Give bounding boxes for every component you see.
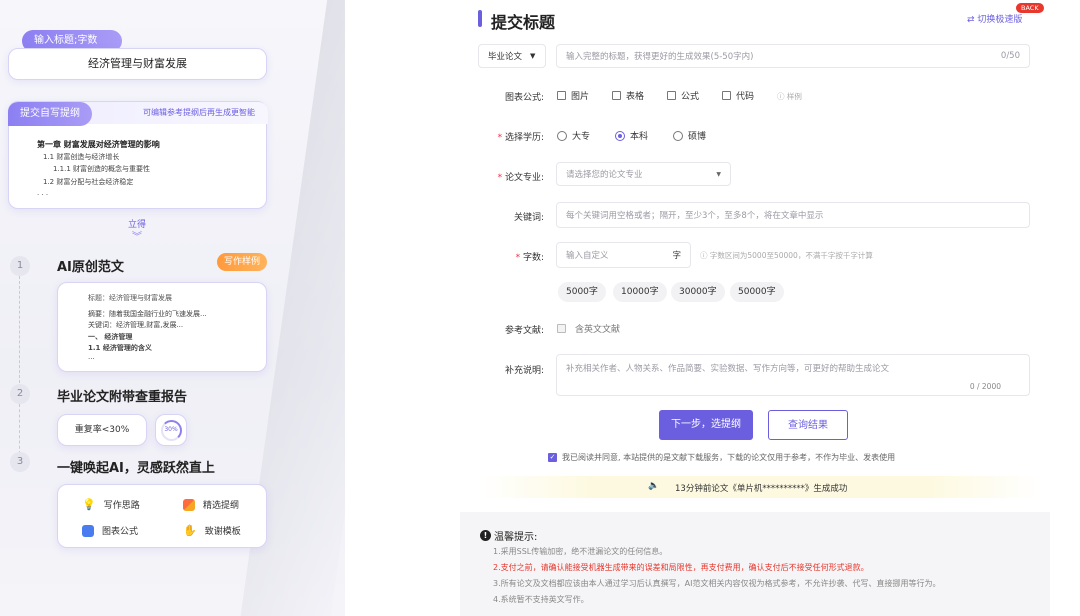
extra-textarea[interactable]: 补充相关作者、人物关系、作品简要、实验数据、写作方向等，可更好的帮助生成论文 0 … [556,354,1030,396]
paper-type-select[interactable]: 毕业论文 ▼ [478,44,546,68]
bulb-icon: 💡 [82,498,96,511]
page-title: 提交标题 [491,13,556,32]
similarity-rate: 重复率<30% [57,414,147,446]
sample-subsection: 1.1 经济管理的含义 [88,344,152,352]
features-card [57,484,267,548]
input-title-card: 经济管理与财富发展 [8,48,267,80]
feature-item: 图表公式 [82,524,138,537]
outline-line: 1.2 财富分配与社会经济稳定 [43,178,134,186]
switch-icon: ⇄ [967,15,978,25]
title-input[interactable]: 输入完整的标题，获得更好的生成效果(5-50字内) 0/50 [556,44,1030,68]
feature-item: ✋ 致谢模板 [183,524,241,537]
words-unit: 字 [672,251,681,261]
left-promo-panel: 输入标题;字数 经济管理与财富发展 提交自写提纲 可编辑参考提纲后再生成更智能 … [0,0,345,616]
submit-form: 提交标题 BACK ⇄ 切换极速版 毕业论文 ▼ 输入完整的标题，获得更好的生成效… [345,0,1080,616]
ref-label: 参考文献: [504,326,544,336]
chart-opt-formula[interactable]: 公式 [667,89,699,102]
sample-badge[interactable]: 写作样例 [217,253,268,271]
edu-label: * 选择学历: [497,133,544,143]
notice-line: 4.系统暂不支持英文写作。 [493,595,589,604]
chart-opt-code[interactable]: 代码 [722,89,754,102]
chart-label: 图表公式: [504,93,544,103]
caret-down-icon: ▼ [716,170,721,178]
next-step-button[interactable]: 下一步，选提纲 [659,410,753,440]
notice-line: 3.所有论文及文档都应该由本人通过学习后认真撰写，AI范文相关内容仅视为格式参考… [493,579,941,588]
chart-opt-table[interactable]: 表格 [612,89,644,102]
extra-count: 0 / 2000 [969,382,1001,391]
sample-title: 标题：经济管理与财富发展 [88,294,172,302]
outline-chapter: 第一章 财富发展对经济管理的影响 [37,140,160,149]
word-chip[interactable]: 5000字 [558,282,606,302]
notice-line-warning: 2.支付之前，请确认能接受机器生成带来的误差和局限性，再支付费用，确认支付后不接… [493,563,869,572]
caret-down-icon: ▼ [530,52,536,60]
title-count: 0/50 [1000,51,1020,61]
feature-item: 💡 写作思路 [82,498,140,511]
similarity-ring: 30% [155,414,187,446]
outline-more: . . . [37,189,49,197]
ring-label: 30% [164,426,178,433]
chevron-down-icon[interactable]: ︾ [132,228,142,243]
edu-opt-bachelor[interactable]: 本科 [615,129,648,142]
ref-english-checkbox[interactable]: 含英文文献 [557,322,620,335]
keywords-label: 关键词: [513,213,544,223]
step-title: 毕业论文附带查重报告 [57,390,188,405]
major-select[interactable]: 请选择您的论文专业 ▼ [556,162,731,186]
sample-keywords: 关键词：经济管理,财富,发展... [88,321,184,329]
outline-card: 提交自写提纲 可编辑参考提纲后再生成更智能 第一章 财富发展对经济管理的影响 1… [8,101,268,209]
chart-opt-image[interactable]: 图片 [557,89,589,102]
switch-fast-version[interactable]: ⇄ 切换极速版 [967,12,1022,25]
notice-line: 1.采用SSL传输加密，绝不泄漏论文的任何信息。 [493,547,668,556]
grid-icon [183,498,195,511]
sample-link[interactable]: ⓘ 样例 [777,91,802,102]
alert-icon: ! [480,530,491,541]
step-number: 1 [10,256,30,276]
sample-more: ... [88,353,95,361]
major-label: * 论文专业: [497,173,544,183]
words-hint: ⓘ 字数区间为5000至50000，不满千字按千字计算 [700,251,873,260]
title-accent-bar [478,10,482,27]
word-chip[interactable]: 50000字 [730,282,784,302]
outline-line: 1.1.1 财富创造的概念与重要性 [53,165,151,173]
outline-line: 1.1 财富创造与经济增长 [43,153,120,161]
check-icon: ✓ [548,453,557,462]
words-label: * 字数: [515,253,544,263]
keywords-input[interactable]: 每个关键词用空格或者；隔开，至少3个，至多8个，将在文章中显示 [556,202,1030,228]
edu-opt-master[interactable]: 硕博 [673,129,706,142]
feature-item: 精选提纲 [183,498,239,511]
query-result-button[interactable]: 查询结果 [768,410,848,440]
word-chip[interactable]: 30000字 [671,282,725,302]
outline-tag: 提交自写提纲 [8,102,92,126]
sample-card: 标题：经济管理与财富发展 摘要：随着我国金融行业的飞速发展... 关键词：经济管… [57,282,267,372]
step-title: 一键唤起AI，灵感跃然直上 [57,461,215,476]
agree-checkbox[interactable]: ✓ 我已阅读并同意, 本站提供的是文献下载服务，下载的论文仅用于参考，不作为毕业、… [548,452,895,463]
outline-hint: 可编辑参考提纲后再生成更智能 [143,108,255,117]
step-number: 3 [10,452,30,472]
ticker-text: 13分钟前论文《单片机**********》生成成功 [675,484,848,494]
step-number: 2 [10,384,30,404]
words-input[interactable]: 输入自定义字 [556,242,691,268]
document-icon [82,524,94,537]
step-title: AI原创范文 [57,260,124,275]
notice-title: ! 温馨提示: [480,528,537,543]
hand-icon: ✋ [183,524,197,537]
extra-label: 补充说明: [504,366,544,376]
speaker-icon: 🔈 [648,481,660,491]
edu-opt-college[interactable]: 大专 [557,129,590,142]
word-chip[interactable]: 10000字 [613,282,667,302]
